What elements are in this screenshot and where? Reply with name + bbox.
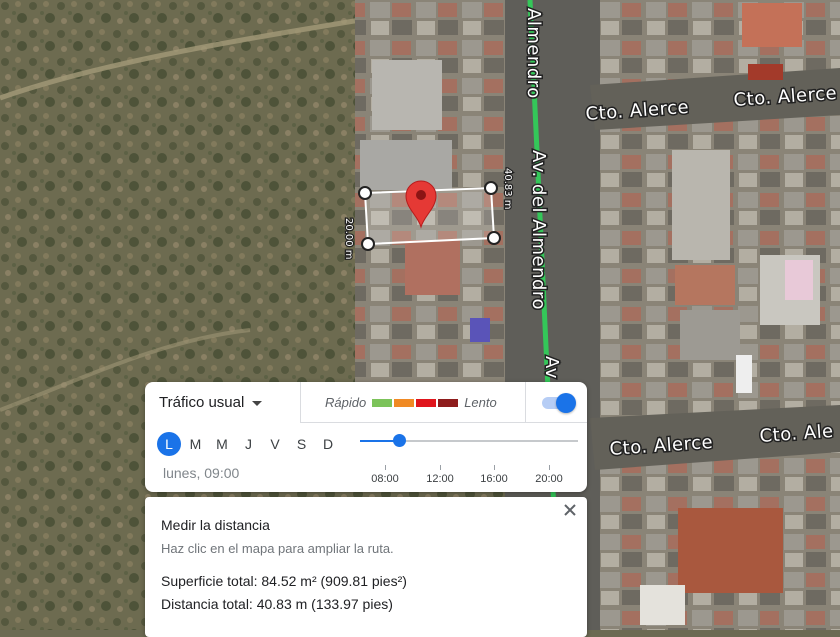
street-label-av-partial: Av <box>541 356 562 379</box>
total-area: Superficie total: 84.52 m² (909.81 pies²… <box>161 573 407 589</box>
divider <box>525 382 526 422</box>
tick-label: 12:00 <box>426 473 454 485</box>
legend-swatch <box>372 398 393 407</box>
day-button[interactable]: M <box>184 432 208 456</box>
measurement-vertex[interactable] <box>361 237 375 251</box>
total-distance: Distancia total: 40.83 m (133.97 pies) <box>161 596 393 612</box>
day-button[interactable]: J <box>237 432 261 456</box>
tick-mark <box>493 465 495 470</box>
legend-swatch <box>438 398 459 407</box>
close-icon[interactable] <box>561 501 579 519</box>
measurement-vertex[interactable] <box>487 231 501 245</box>
measurement-vertex[interactable] <box>484 181 498 195</box>
legend-fast-label: Rápido <box>325 395 367 410</box>
legend-swatches <box>372 398 459 407</box>
measurement-vertex[interactable] <box>358 186 372 200</box>
time-ticks: 08:00 12:00 16:00 20:00 <box>358 465 588 485</box>
day-selector: LMMJVSD <box>157 432 343 456</box>
caret-down-icon <box>252 401 263 406</box>
measure-title: Medir la distancia <box>161 517 270 533</box>
tick-mark <box>548 465 550 470</box>
traffic-panel: Tráfico usual Rápido Lento LMMJVSD lunes… <box>145 382 587 492</box>
day-button[interactable]: M <box>210 432 234 456</box>
tick-mark <box>439 465 441 470</box>
measurement-side-label-b: 20.00 m <box>343 218 354 260</box>
street-label-av-del-almendro: Av. del Almendro <box>528 150 549 310</box>
day-button[interactable]: S <box>290 432 314 456</box>
traffic-toggle[interactable] <box>542 393 576 413</box>
street-label-almendro: Almendro <box>523 8 544 99</box>
day-button[interactable]: D <box>316 432 340 456</box>
toggle-knob <box>556 393 576 413</box>
legend-slow-label: Lento <box>464 395 497 410</box>
slider-thumb[interactable] <box>392 434 406 447</box>
traffic-legend: Rápido Lento <box>325 395 497 410</box>
legend-swatch <box>416 398 437 407</box>
tick-label: 08:00 <box>371 473 399 485</box>
measure-hint: Haz clic en el mapa para ampliar la ruta… <box>161 541 394 556</box>
time-tick: 08:00 <box>365 465 405 485</box>
tick-label: 16:00 <box>480 473 508 485</box>
selected-day-time: lunes, 09:00 <box>163 465 240 481</box>
time-tick: 20:00 <box>529 465 569 485</box>
traffic-mode-label: Tráfico usual <box>159 394 245 411</box>
time-slider[interactable] <box>360 434 578 454</box>
tick-mark <box>384 465 386 470</box>
time-tick: 12:00 <box>420 465 460 485</box>
day-button[interactable]: L <box>157 432 181 456</box>
divider <box>300 382 301 422</box>
time-tick: 16:00 <box>474 465 514 485</box>
day-button[interactable]: V <box>263 432 287 456</box>
tick-label: 20:00 <box>535 473 563 485</box>
measurement-side-label-a: 40.83 m <box>502 168 513 210</box>
traffic-mode-dropdown[interactable]: Tráfico usual <box>159 394 263 411</box>
legend-swatch <box>394 398 415 407</box>
divider <box>300 422 587 423</box>
measure-distance-panel: Medir la distancia Haz clic en el mapa p… <box>145 497 587 637</box>
